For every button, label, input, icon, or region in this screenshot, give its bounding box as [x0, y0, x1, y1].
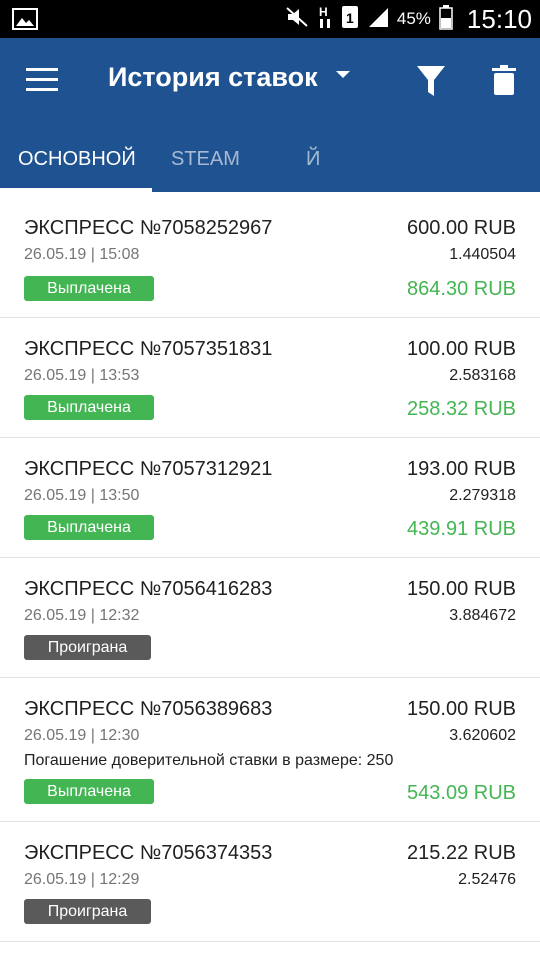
- bet-coef: 3.620602: [449, 727, 516, 744]
- list-item[interactable]: ЭКСПРЕСС №7057351831 100.00 RUB 26.05.19…: [0, 318, 540, 438]
- bet-datetime: 26.05.19 | 12:32: [24, 607, 140, 624]
- menu-icon[interactable]: [26, 68, 58, 94]
- data-h-icon: H: [317, 4, 333, 35]
- bet-name: ЭКСПРЕСС №7058252967: [24, 217, 273, 239]
- bet-datetime: 26.05.19 | 12:30: [24, 727, 140, 744]
- status-badge: Выплачена: [24, 395, 154, 420]
- list-item[interactable]: ЭКСПРЕСС №7058252967 600.00 RUB 26.05.19…: [0, 192, 540, 318]
- tab-main[interactable]: ОСНОВНОЙ: [18, 148, 136, 171]
- app-bar: История ставок: [0, 38, 540, 126]
- bet-name: ЭКСПРЕСС №7056374353: [24, 842, 273, 864]
- bet-payout: 439.91 RUB: [407, 518, 516, 540]
- tab-third[interactable]: Й: [306, 148, 320, 171]
- bet-name: ЭКСПРЕСС №7057312921: [24, 458, 273, 480]
- list-item[interactable]: ЭКСПРЕСС №7056416283 150.00 RUB 26.05.19…: [0, 558, 540, 678]
- bet-amount: 100.00 RUB: [407, 338, 516, 360]
- bet-payout: 543.09 RUB: [407, 782, 516, 804]
- signal-icon: [367, 6, 389, 33]
- bet-coef: 3.884672: [449, 607, 516, 624]
- bet-name: ЭКСПРЕСС №7057351831: [24, 338, 273, 360]
- mute-icon: [285, 6, 309, 33]
- bet-coef: 1.440504: [449, 246, 516, 263]
- battery-icon: [439, 4, 453, 35]
- tab-bar: ОСНОВНОЙ STEAM Й: [0, 126, 540, 192]
- trash-icon[interactable]: [492, 64, 516, 96]
- bet-datetime: 26.05.19 | 13:50: [24, 487, 140, 504]
- bet-name: ЭКСПРЕСС №7056389683: [24, 698, 273, 720]
- status-badge: Проиграна: [24, 635, 151, 660]
- list-item[interactable]: ЭКСПРЕСС №7056389683 150.00 RUB 26.05.19…: [0, 678, 540, 822]
- title-dropdown[interactable]: История ставок: [108, 62, 350, 93]
- bet-amount: 150.00 RUB: [407, 698, 516, 720]
- status-bar: H 1 45% 15:10: [0, 0, 540, 38]
- bet-name: ЭКСПРЕСС №7056416283: [24, 578, 273, 600]
- list-item[interactable]: ЭКСПРЕСС №7057312921 193.00 RUB 26.05.19…: [0, 438, 540, 558]
- status-badge: Выплачена: [24, 276, 154, 301]
- svg-text:H: H: [319, 5, 328, 19]
- bet-coef: 2.279318: [449, 487, 516, 504]
- bet-payout: 864.30 RUB: [407, 278, 516, 300]
- tab-steam[interactable]: STEAM: [171, 148, 240, 171]
- status-badge: Проиграна: [24, 899, 151, 924]
- image-icon: [12, 8, 38, 35]
- bet-amount: 193.00 RUB: [407, 458, 516, 480]
- battery-percent: 45%: [396, 9, 431, 28]
- bet-amount: 215.22 RUB: [407, 842, 516, 864]
- svg-text:1: 1: [346, 10, 354, 26]
- sim1-icon: 1: [341, 5, 359, 34]
- bet-datetime: 26.05.19 | 15:08: [24, 246, 140, 263]
- bet-payout: 258.32 RUB: [407, 398, 516, 420]
- list-item[interactable]: ЭКСПРЕСС №7056374353 215.22 RUB 26.05.19…: [0, 822, 540, 942]
- bet-amount: 600.00 RUB: [407, 217, 516, 239]
- status-badge: Выплачена: [24, 515, 154, 540]
- bet-amount: 150.00 RUB: [407, 578, 516, 600]
- bet-list: ЭКСПРЕСС №7058252967 600.00 RUB 26.05.19…: [0, 192, 540, 942]
- status-badge: Выплачена: [24, 779, 154, 804]
- clock: 15:10: [466, 3, 532, 34]
- caret-down-icon: [335, 71, 350, 78]
- bet-datetime: 26.05.19 | 12:29: [24, 871, 140, 888]
- bet-note: Погашение доверительной ставки в размере…: [24, 752, 394, 769]
- page-title: История ставок: [108, 62, 318, 92]
- filter-icon[interactable]: [416, 64, 446, 98]
- bet-datetime: 26.05.19 | 13:53: [24, 367, 140, 384]
- bet-coef: 2.52476: [458, 871, 516, 888]
- bet-coef: 2.583168: [449, 367, 516, 384]
